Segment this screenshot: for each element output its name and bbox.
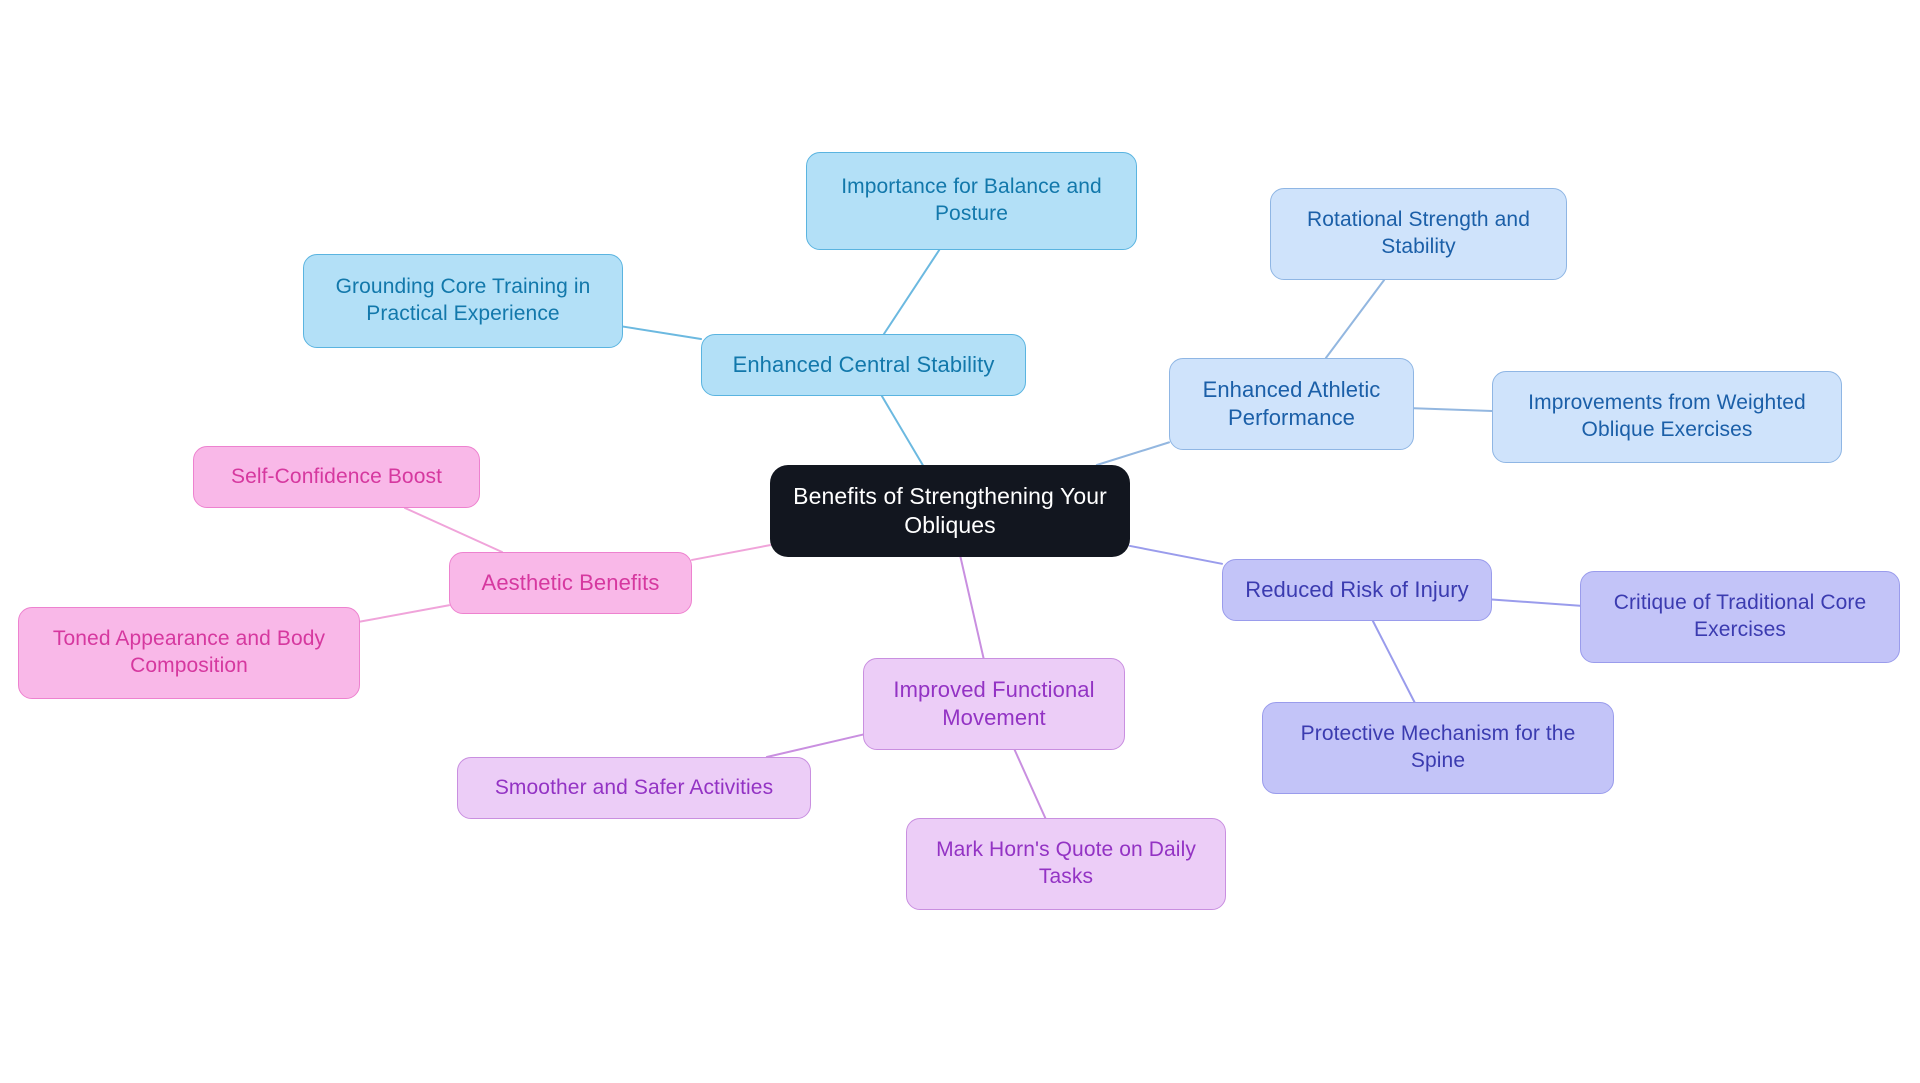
- node-label: Self-Confidence Boost: [230, 464, 443, 488]
- edge: [403, 507, 504, 553]
- branch-node-aesthetic-benefits[interactable]: Aesthetic Benefits: [449, 552, 692, 614]
- leaf-node-importance-for-balance-and-posture[interactable]: Importance for Balance and Posture: [806, 152, 1137, 250]
- leaf-node-mark-horns-quote-on-daily-tasks[interactable]: Mark Horn's Quote on Daily Tasks: [906, 818, 1226, 910]
- leaf-node-protective-mechanism-for-the-spine[interactable]: Protective Mechanism for the Spine: [1262, 702, 1614, 794]
- branch-node-reduced-risk-of-injury[interactable]: Reduced Risk of Injury: [1222, 559, 1492, 621]
- edge: [622, 325, 702, 341]
- node-label: Enhanced Athletic Performance: [1202, 376, 1381, 430]
- branch-node-enhanced-athletic-performance[interactable]: Enhanced Athletic Performance: [1169, 358, 1414, 450]
- node-label: Smoother and Safer Activities: [494, 775, 774, 799]
- edge: [1491, 598, 1581, 607]
- node-label: Protective Mechanism for the Spine: [1300, 722, 1576, 772]
- edge: [880, 395, 924, 466]
- edge: [765, 733, 864, 758]
- edge: [1013, 749, 1047, 819]
- edge: [1371, 620, 1416, 703]
- branch-node-enhanced-central-stability[interactable]: Enhanced Central Stability: [701, 334, 1026, 396]
- leaf-node-toned-appearance-and-body-composition[interactable]: Toned Appearance and Body Composition: [18, 607, 360, 699]
- edge: [1413, 407, 1493, 412]
- node-label: Aesthetic Benefits: [481, 569, 660, 595]
- mindmap-canvas: Benefits of Strengthening Your Obliques E…: [0, 0, 1920, 1083]
- node-label: Enhanced Central Stability: [732, 351, 995, 377]
- edge: [959, 556, 985, 659]
- node-label: Improved Functional Movement: [893, 676, 1095, 730]
- node-label: Benefits of Strengthening Your Obliques: [793, 482, 1107, 538]
- edge: [1095, 441, 1170, 466]
- edge: [1324, 279, 1386, 359]
- node-label: Mark Horn's Quote on Daily Tasks: [936, 838, 1196, 888]
- node-label: Toned Appearance and Body Composition: [52, 627, 326, 677]
- edge: [882, 249, 941, 335]
- node-label: Critique of Traditional Core Exercises: [1613, 591, 1867, 641]
- leaf-node-grounding-core-training-in-practical-experience[interactable]: Grounding Core Training in Practical Exp…: [303, 254, 623, 348]
- edge: [1129, 544, 1223, 565]
- node-label: Improvements from Weighted Oblique Exerc…: [1528, 391, 1806, 441]
- leaf-node-rotational-strength-and-stability[interactable]: Rotational Strength and Stability: [1270, 188, 1567, 280]
- leaf-node-critique-of-traditional-core-exercises[interactable]: Critique of Traditional Core Exercises: [1580, 571, 1900, 663]
- root-node[interactable]: Benefits of Strengthening Your Obliques: [770, 465, 1130, 557]
- node-label: Rotational Strength and Stability: [1307, 208, 1530, 258]
- leaf-node-improvements-from-weighted-oblique-exercises[interactable]: Improvements from Weighted Oblique Exerc…: [1492, 371, 1842, 463]
- leaf-node-smoother-and-safer-activities[interactable]: Smoother and Safer Activities: [457, 757, 811, 819]
- node-label: Reduced Risk of Injury: [1245, 576, 1469, 602]
- edge: [691, 544, 771, 561]
- branch-node-improved-functional-movement[interactable]: Improved Functional Movement: [863, 658, 1125, 750]
- node-label: Importance for Balance and Posture: [841, 175, 1102, 225]
- edge: [359, 604, 450, 623]
- leaf-node-self-confidence-boost[interactable]: Self-Confidence Boost: [193, 446, 480, 508]
- node-label: Grounding Core Training in Practical Exp…: [335, 275, 591, 325]
